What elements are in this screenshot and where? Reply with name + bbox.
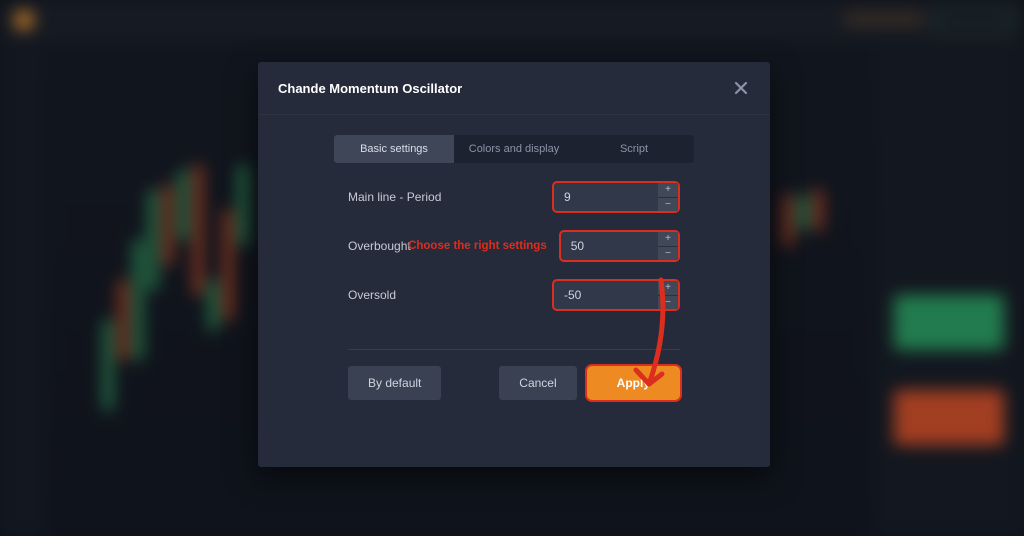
minus-icon[interactable]: − xyxy=(658,246,678,261)
oversold-value[interactable]: -50 xyxy=(554,281,658,309)
cancel-button[interactable]: Cancel xyxy=(499,366,576,400)
settings-body: Main line - Period 9 + − Overbought Choo… xyxy=(258,163,770,319)
modal-header: Chande Momentum Oscillator xyxy=(258,62,770,115)
close-icon[interactable] xyxy=(732,79,750,97)
plus-icon[interactable]: + xyxy=(658,232,678,246)
by-default-button[interactable]: By default xyxy=(348,366,441,400)
setting-row-period: Main line - Period 9 + − xyxy=(348,181,680,213)
label-period: Main line - Period xyxy=(348,190,458,204)
overbought-value[interactable]: 50 xyxy=(561,232,658,260)
modal-title: Chande Momentum Oscillator xyxy=(278,81,462,96)
annotation-text: Choose the right settings xyxy=(408,240,547,252)
plus-icon[interactable]: + xyxy=(658,281,678,295)
settings-tabs: Basic settings Colors and display Script xyxy=(334,135,694,163)
overbought-stepper[interactable]: 50 + − xyxy=(559,230,680,262)
oversold-stepper[interactable]: -50 + − xyxy=(552,279,680,311)
tab-basic-settings[interactable]: Basic settings xyxy=(334,135,454,163)
indicator-settings-modal: Chande Momentum Oscillator Basic setting… xyxy=(258,62,770,467)
label-overbought: Overbought xyxy=(348,239,416,253)
setting-row-overbought: Overbought Choose the right settings 50 … xyxy=(348,230,680,262)
tab-script[interactable]: Script xyxy=(574,135,694,163)
minus-icon[interactable]: − xyxy=(658,295,678,310)
label-oversold: Oversold xyxy=(348,288,458,302)
period-value[interactable]: 9 xyxy=(554,183,658,211)
setting-row-oversold: Oversold -50 + − xyxy=(348,279,680,311)
tab-colors-display[interactable]: Colors and display xyxy=(454,135,574,163)
modal-footer: By default Cancel Apply xyxy=(348,366,680,400)
period-stepper[interactable]: 9 + − xyxy=(552,181,680,213)
apply-button[interactable]: Apply xyxy=(587,366,680,400)
minus-icon[interactable]: − xyxy=(658,197,678,212)
divider xyxy=(348,349,680,350)
plus-icon[interactable]: + xyxy=(658,183,678,197)
